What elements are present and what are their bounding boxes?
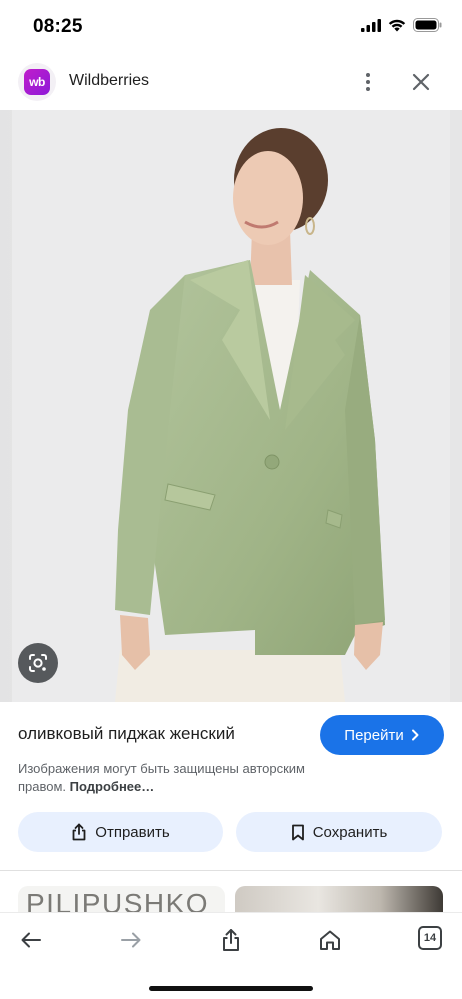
arrow-back-icon (21, 932, 41, 948)
wildberries-logo-icon: wb (24, 69, 50, 95)
tabs-button[interactable]: 14 (418, 926, 442, 950)
close-icon (412, 73, 430, 91)
copyright-text: Изображения могут быть защищены авторски… (18, 761, 305, 794)
site-logo: wb (18, 63, 56, 101)
more-vert-icon (366, 73, 370, 77)
share-icon (223, 929, 239, 951)
home-button[interactable] (315, 925, 345, 955)
back-button[interactable] (16, 925, 46, 955)
product-photo (0, 110, 462, 702)
bookmark-icon (291, 824, 304, 840)
page-header: wb Wildberries (0, 56, 462, 108)
share-page-button[interactable] (216, 925, 246, 955)
share-button[interactable]: Отправить (18, 812, 223, 852)
chevron-right-icon (411, 729, 419, 741)
result-title[interactable]: оливковый пиджак женский (18, 724, 235, 744)
share-button-label: Отправить (95, 823, 170, 841)
save-button[interactable]: Сохранить (236, 812, 442, 852)
battery-icon (413, 18, 442, 32)
more-options-button[interactable] (356, 68, 380, 96)
wifi-icon (388, 19, 406, 31)
google-lens-button[interactable] (18, 643, 58, 683)
learn-more-link[interactable]: Подробнее… (70, 779, 155, 794)
status-icons (361, 18, 442, 32)
site-name[interactable]: Wildberries (69, 72, 149, 90)
forward-button[interactable] (116, 925, 146, 955)
close-button[interactable] (407, 68, 435, 96)
visit-button[interactable]: Перейти (320, 715, 444, 755)
arrow-forward-icon (121, 932, 141, 948)
status-bar: 08:25 (0, 0, 462, 56)
signal-icon (361, 18, 381, 32)
google-lens-icon (29, 654, 47, 672)
status-time: 08:25 (33, 16, 83, 37)
share-icon (72, 823, 86, 841)
visit-button-label: Перейти (344, 726, 404, 744)
bottom-toolbar: 14 (0, 912, 462, 999)
home-indicator (149, 986, 313, 991)
image-preview[interactable] (0, 110, 462, 702)
copyright-notice: Изображения могут быть защищены авторски… (18, 760, 348, 796)
home-icon (320, 930, 340, 950)
divider (0, 870, 462, 871)
save-button-label: Сохранить (312, 823, 388, 841)
